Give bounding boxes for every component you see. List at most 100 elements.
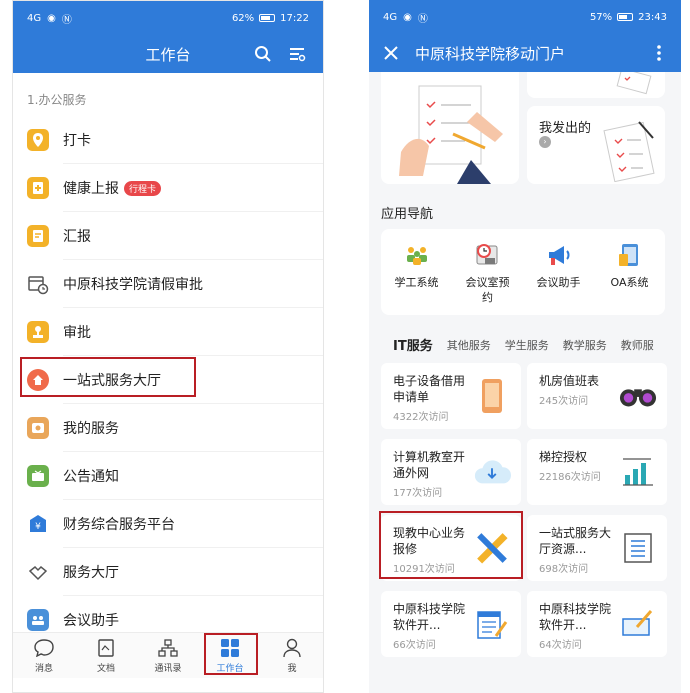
app-header: 工作台	[13, 35, 323, 73]
app-label: 学工系统	[394, 276, 439, 289]
menu-label: 一站式服务大厅	[63, 373, 161, 389]
battery-icon	[617, 13, 634, 21]
tab-label: 我	[287, 664, 297, 674]
app-oa-system[interactable]: OA系统	[595, 241, 665, 315]
menu-item-approval[interactable]: 审批	[13, 308, 323, 356]
menu-label: 汇报	[63, 229, 91, 245]
app-label: 会议助手	[536, 276, 581, 289]
service-tile-repair-request[interactable]: 现教中心业务报修 10291次访问	[381, 515, 521, 581]
tab-teaching-services[interactable]: 教学服务	[563, 337, 607, 353]
bar-chart-icon	[619, 453, 657, 491]
signal-indicator: 4G	[383, 11, 398, 23]
app-student-affairs[interactable]: 学工系统	[382, 241, 452, 315]
meeting-people-icon	[27, 609, 49, 631]
devices-icon	[616, 241, 644, 269]
tab-messages[interactable]: 消息	[19, 637, 69, 674]
page-title: 中原科技学院移动门户	[415, 44, 566, 63]
app-meeting-room-booking[interactable]: 会议室预约	[453, 241, 523, 315]
megaphone-icon	[545, 241, 573, 269]
app-header: 中原科技学院移动门户	[369, 34, 681, 72]
tab-label: 文档	[96, 664, 115, 674]
section-label: 1.办公服务	[27, 93, 87, 107]
tab-label: 工作台	[216, 664, 244, 674]
chat-bubble-icon	[33, 637, 55, 659]
tab-other-services[interactable]: 其他服务	[447, 337, 491, 353]
service-tile-software-dev-2[interactable]: 中原科技学院软件开... 64次访问	[527, 591, 667, 657]
menu-label: 财务综合服务平台	[63, 517, 175, 533]
menu-label: 我的服务	[63, 421, 119, 437]
tab-contacts[interactable]: 通讯录	[143, 637, 193, 674]
checklist-illustration	[603, 121, 655, 182]
more-vertical-icon[interactable]	[647, 41, 671, 65]
battery-percent: 62%	[231, 12, 255, 24]
app-meeting-assistant[interactable]: 会议助手	[524, 241, 594, 315]
cloud-download-icon	[473, 453, 511, 491]
clock: 17:22	[280, 12, 309, 24]
approval-stamp-icon	[27, 321, 49, 343]
service-tile-lab-duty-roster[interactable]: 机房值班表 245次访问	[527, 363, 667, 429]
service-tile-one-stop-resources[interactable]: 一站式服务大厅资源... 698次访问	[527, 515, 667, 581]
org-chart-icon	[157, 637, 179, 659]
document-signing-illustration	[399, 85, 503, 184]
service-tile-lab-internet[interactable]: 计算机教室开通外网 177次访问	[381, 439, 521, 505]
tile-title: 现教中心业务报修	[393, 526, 466, 556]
top-right-card[interactable]	[527, 67, 665, 98]
search-icon[interactable]	[251, 42, 275, 66]
battery-icon	[259, 14, 276, 22]
arrow-right-icon: ›	[539, 136, 551, 148]
status-bar: 4G ◉ Ⓝ 57% 23:43	[369, 0, 681, 34]
person-icon	[281, 637, 303, 659]
service-tile-software-dev-1[interactable]: 中原科技学院软件开... 66次访问	[381, 591, 521, 657]
tab-it-services[interactable]: IT服务	[393, 335, 433, 354]
menu-label: 中原科技学院请假审批	[63, 277, 203, 293]
tile-title: 一站式服务大厅资源...	[539, 526, 612, 556]
menu-item-report[interactable]: 汇报	[13, 212, 323, 260]
grid-icon	[219, 637, 241, 659]
tile-title: 中原科技学院软件开...	[539, 602, 612, 632]
menu-item-finance-platform[interactable]: ¥ 财务综合服务平台	[13, 500, 323, 548]
health-report-icon	[27, 177, 49, 199]
service-tile-elevator-auth[interactable]: 梯控授权 22186次访问	[527, 439, 667, 505]
close-icon[interactable]	[379, 41, 403, 65]
menu-item-my-services[interactable]: 我的服务	[13, 404, 323, 452]
finance-icon: ¥	[27, 513, 49, 535]
report-icon	[27, 225, 49, 247]
form-pencil-icon	[473, 605, 511, 643]
service-tile-device-loan[interactable]: 电子设备借用申请单 4322次访问	[381, 363, 521, 429]
checklist-illustration	[616, 67, 652, 95]
tab-documents[interactable]: 文档	[81, 637, 131, 674]
tile-title: 机房值班表	[539, 374, 600, 388]
menu-label: 审批	[63, 325, 91, 341]
menu-item-service-hall[interactable]: 服务大厅	[13, 548, 323, 596]
pending-card-illustration[interactable]	[381, 72, 519, 184]
page-title: 工作台	[145, 45, 191, 64]
tab-student-services[interactable]: 学生服务	[505, 337, 549, 353]
menu-label: 公告通知	[63, 469, 119, 485]
menu-item-leave-approval[interactable]: 中原科技学院请假审批	[13, 260, 323, 308]
itinerary-card-badge: 行程卡	[124, 180, 162, 196]
meeting-room-clock-icon	[474, 241, 502, 269]
screen-pencil-icon	[619, 605, 657, 643]
tile-title: 中原科技学院软件开...	[393, 602, 466, 632]
pencil-ruler-icon	[473, 529, 511, 567]
menu-item-one-stop-service-hall[interactable]: 一站式服务大厅	[13, 356, 323, 404]
students-icon	[403, 241, 431, 269]
menu-item-health-report[interactable]: 健康上报 行程卡	[13, 164, 323, 212]
calendar-clock-icon	[27, 273, 49, 295]
tab-teacher-services[interactable]: 教师服	[621, 337, 654, 353]
menu-item-announcements[interactable]: 公告通知	[13, 452, 323, 500]
filter-settings-icon[interactable]	[285, 42, 309, 66]
app-label: 会议室预约	[465, 276, 510, 304]
tile-title: 梯控授权	[539, 450, 588, 464]
app-navigation-panel: 学工系统 会议室预约 会议助手 OA系统	[381, 229, 665, 315]
tab-label: 通讯录	[154, 664, 182, 674]
document-icon	[95, 637, 117, 659]
tab-me[interactable]: 我	[267, 637, 317, 674]
sent-by-me-card[interactable]: 我发出的 ›	[527, 106, 665, 184]
tab-workbench[interactable]: 工作台	[205, 637, 255, 674]
left-phone-screen: 4G ◉ Ⓝ 62% 17:22 工作台 1.办公服务 打卡 健康上报 行程卡 …	[12, 0, 324, 693]
eye-icon: ◉	[47, 12, 56, 24]
bottom-tab-bar: 消息 文档 通讯录 工作台 我	[13, 632, 323, 678]
menu-item-clock-in[interactable]: 打卡	[13, 116, 323, 164]
tab-label: 消息	[34, 664, 53, 674]
